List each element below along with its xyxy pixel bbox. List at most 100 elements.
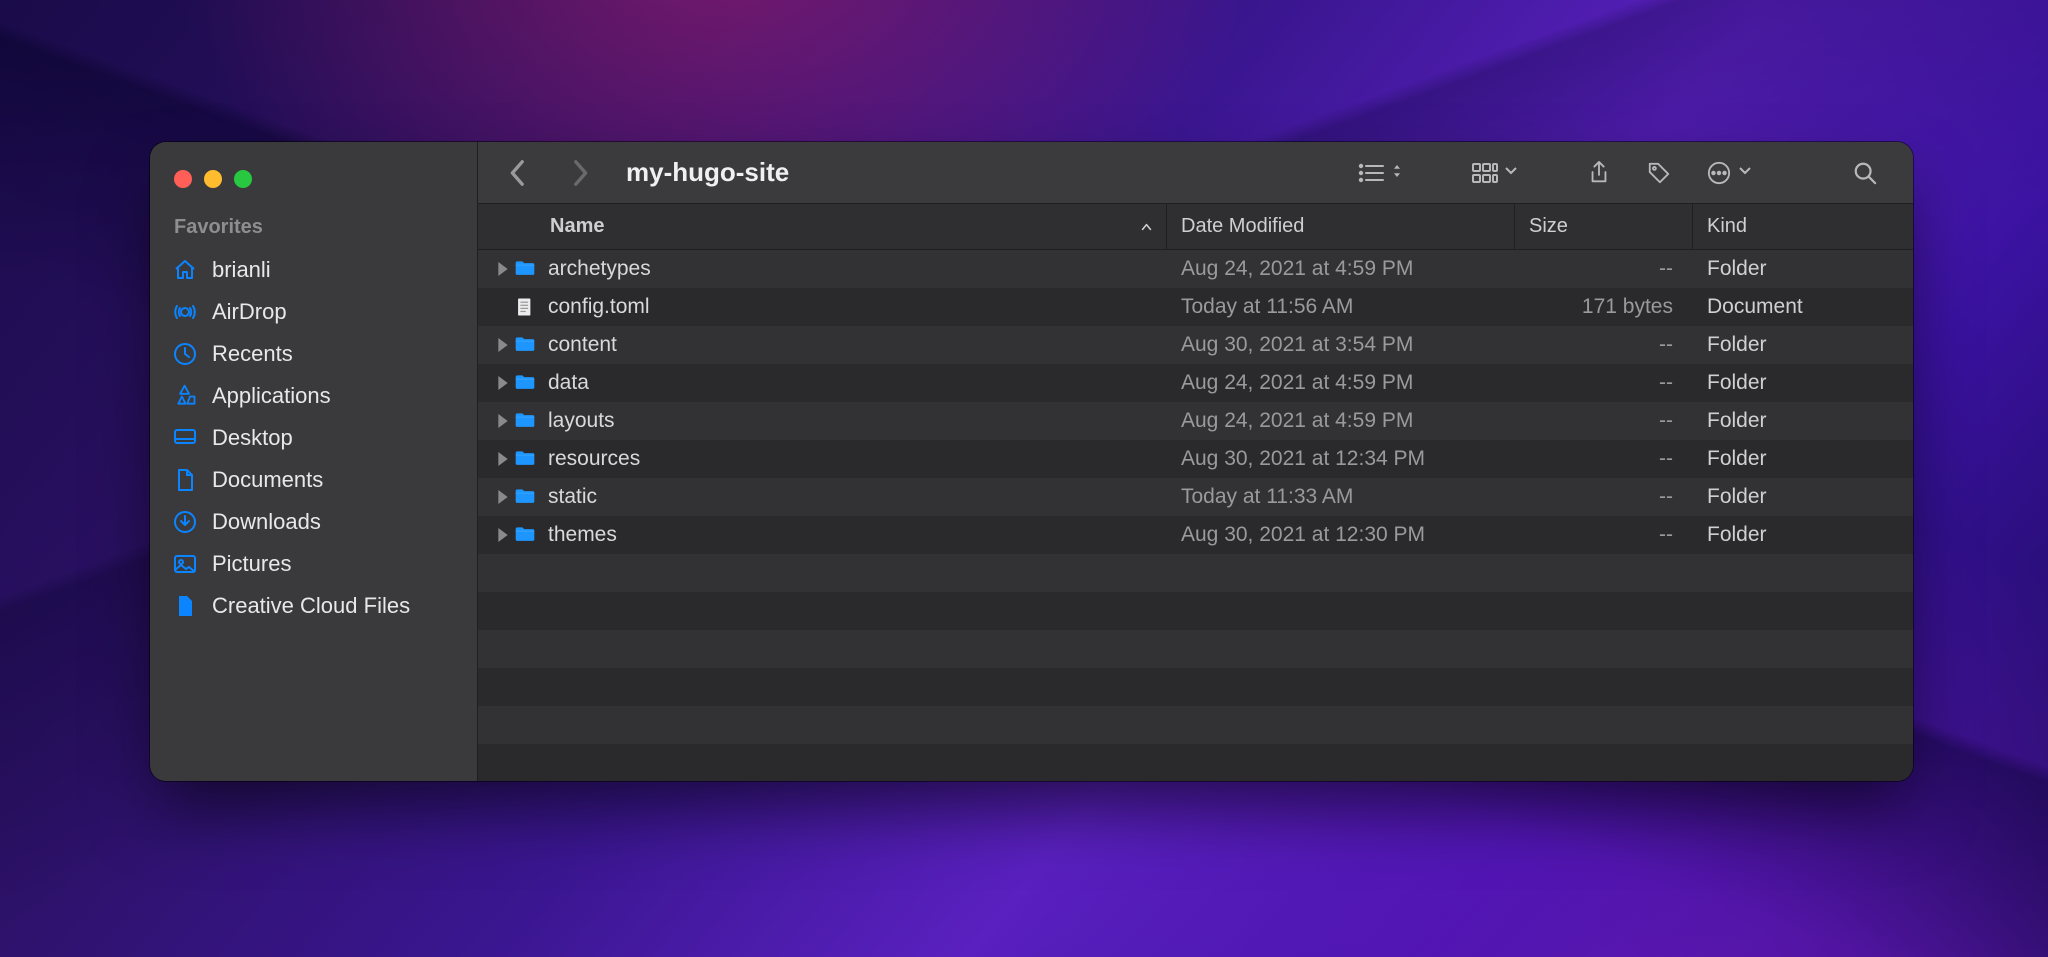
file-date: Aug 24, 2021 at 4:59 PM xyxy=(1167,371,1515,395)
file-kind: Folder xyxy=(1693,257,1913,281)
minimize-window-button[interactable] xyxy=(204,170,222,188)
file-row[interactable]: staticToday at 11:33 AM--Folder xyxy=(478,478,1913,516)
column-header-date[interactable]: Date Modified xyxy=(1167,204,1515,249)
apps-icon xyxy=(172,383,198,409)
sidebar-item-label: Creative Cloud Files xyxy=(212,593,410,619)
folder-icon xyxy=(508,486,542,508)
file-kind: Folder xyxy=(1693,523,1913,547)
finder-window: Favorites brianliAirDropRecentsApplicati… xyxy=(150,142,1913,781)
sidebar-item-desktop[interactable]: Desktop xyxy=(150,417,477,459)
sidebar-item-label: Pictures xyxy=(212,551,291,577)
file-size: 171 bytes xyxy=(1515,295,1693,319)
column-header-name-label: Name xyxy=(550,215,604,238)
file-date: Aug 24, 2021 at 4:59 PM xyxy=(1167,409,1515,433)
sidebar: Favorites brianliAirDropRecentsApplicati… xyxy=(150,142,478,781)
file-size: -- xyxy=(1515,447,1693,471)
column-headers: Name Date Modified Size Kind xyxy=(478,204,1913,250)
empty-row xyxy=(478,668,1913,706)
sidebar-item-airdrop[interactable]: AirDrop xyxy=(150,291,477,333)
file-name: config.toml xyxy=(542,295,1167,319)
folder-icon xyxy=(508,372,542,394)
disclosure-triangle-icon[interactable] xyxy=(478,452,508,466)
file-kind: Document xyxy=(1693,295,1913,319)
home-icon xyxy=(172,257,198,283)
file-kind: Folder xyxy=(1693,409,1913,433)
file-size: -- xyxy=(1515,523,1693,547)
chevron-down-icon xyxy=(1739,164,1751,182)
forward-button[interactable] xyxy=(562,155,598,191)
tags-button[interactable] xyxy=(1633,161,1685,185)
file-row[interactable]: config.tomlToday at 11:56 AM171 bytesDoc… xyxy=(478,288,1913,326)
search-button[interactable] xyxy=(1839,161,1891,185)
sort-indicator-icon[interactable] xyxy=(1127,204,1167,249)
disclosure-triangle-icon[interactable] xyxy=(478,490,508,504)
group-by-button[interactable] xyxy=(1459,161,1529,185)
clock-icon xyxy=(172,341,198,367)
sidebar-item-brianli[interactable]: brianli xyxy=(150,249,477,291)
file-kind: Folder xyxy=(1693,447,1913,471)
disclosure-triangle-icon[interactable] xyxy=(478,338,508,352)
file-row[interactable]: layoutsAug 24, 2021 at 4:59 PM--Folder xyxy=(478,402,1913,440)
sidebar-item-applications[interactable]: Applications xyxy=(150,375,477,417)
disclosure-triangle-icon[interactable] xyxy=(478,528,508,542)
file-name: content xyxy=(542,333,1167,357)
sidebar-item-documents[interactable]: Documents xyxy=(150,459,477,501)
toolbar: my-hugo-site xyxy=(478,142,1913,204)
sidebar-item-label: Downloads xyxy=(212,509,321,535)
airdrop-icon xyxy=(172,299,198,325)
sidebar-item-label: Desktop xyxy=(212,425,293,451)
window-controls xyxy=(150,162,477,216)
column-header-size-label: Size xyxy=(1529,215,1568,238)
updown-icon xyxy=(1391,164,1403,182)
file-kind: Folder xyxy=(1693,333,1913,357)
chevron-down-icon xyxy=(1505,164,1517,182)
file-date: Today at 11:56 AM xyxy=(1167,295,1515,319)
file-name: archetypes xyxy=(542,257,1167,281)
sidebar-item-pictures[interactable]: Pictures xyxy=(150,543,477,585)
file-date: Aug 30, 2021 at 12:34 PM xyxy=(1167,447,1515,471)
column-header-kind[interactable]: Kind xyxy=(1693,204,1913,249)
file-date: Aug 30, 2021 at 3:54 PM xyxy=(1167,333,1515,357)
share-button[interactable] xyxy=(1573,161,1625,185)
zoom-window-button[interactable] xyxy=(234,170,252,188)
sidebar-item-downloads[interactable]: Downloads xyxy=(150,501,477,543)
sidebar-item-label: Recents xyxy=(212,341,293,367)
file-row[interactable]: themesAug 30, 2021 at 12:30 PM--Folder xyxy=(478,516,1913,554)
file-size: -- xyxy=(1515,409,1693,433)
close-window-button[interactable] xyxy=(174,170,192,188)
file-row[interactable]: dataAug 24, 2021 at 4:59 PM--Folder xyxy=(478,364,1913,402)
sidebar-item-label: brianli xyxy=(212,257,271,283)
file-size: -- xyxy=(1515,371,1693,395)
column-header-name[interactable]: Name xyxy=(478,204,1127,249)
sidebar-item-creative-cloud-files[interactable]: Creative Cloud Files xyxy=(150,585,477,627)
file-name: layouts xyxy=(542,409,1167,433)
action-menu-button[interactable] xyxy=(1693,161,1763,185)
file-date: Today at 11:33 AM xyxy=(1167,485,1515,509)
file-row[interactable]: resourcesAug 30, 2021 at 12:34 PM--Folde… xyxy=(478,440,1913,478)
folder-icon xyxy=(508,448,542,470)
document-icon xyxy=(508,295,542,319)
window-title: my-hugo-site xyxy=(626,157,789,188)
back-button[interactable] xyxy=(500,155,536,191)
file-row[interactable]: archetypesAug 24, 2021 at 4:59 PM--Folde… xyxy=(478,250,1913,288)
sidebar-item-label: Applications xyxy=(212,383,331,409)
empty-row xyxy=(478,592,1913,630)
file-name: themes xyxy=(542,523,1167,547)
sidebar-item-recents[interactable]: Recents xyxy=(150,333,477,375)
sidebar-item-label: Documents xyxy=(212,467,323,493)
column-header-size[interactable]: Size xyxy=(1515,204,1693,249)
disclosure-triangle-icon[interactable] xyxy=(478,376,508,390)
column-header-kind-label: Kind xyxy=(1707,215,1747,238)
empty-row xyxy=(478,630,1913,668)
disclosure-triangle-icon[interactable] xyxy=(478,262,508,276)
sidebar-item-label: AirDrop xyxy=(212,299,287,325)
download-icon xyxy=(172,509,198,535)
file-list: archetypesAug 24, 2021 at 4:59 PM--Folde… xyxy=(478,250,1913,781)
file-name: data xyxy=(542,371,1167,395)
file-size: -- xyxy=(1515,485,1693,509)
main-pane: my-hugo-site xyxy=(478,142,1913,781)
disclosure-triangle-icon[interactable] xyxy=(478,414,508,428)
file-row[interactable]: contentAug 30, 2021 at 3:54 PM--Folder xyxy=(478,326,1913,364)
file-size: -- xyxy=(1515,257,1693,281)
view-list-button[interactable] xyxy=(1345,161,1415,185)
